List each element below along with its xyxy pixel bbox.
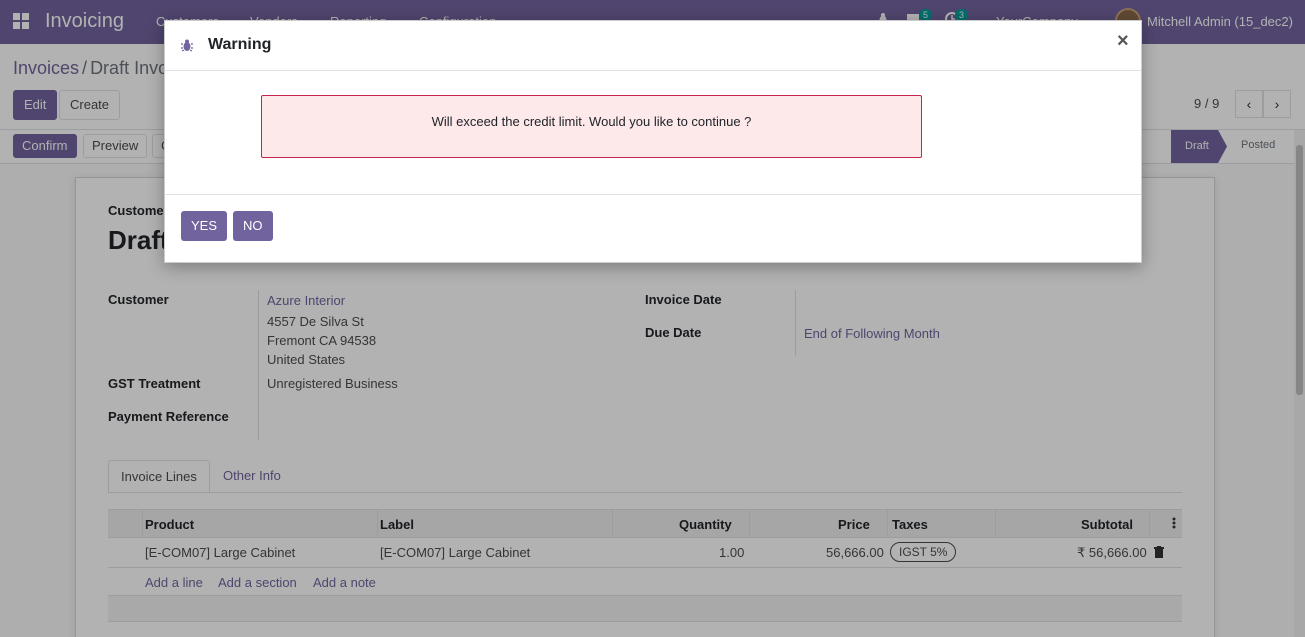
warning-dialog: Warning × Will exceed the credit limit. … — [164, 20, 1142, 263]
dialog-header: Warning × — [165, 21, 1141, 71]
close-icon[interactable]: × — [1117, 31, 1129, 51]
warning-message: Will exceed the credit limit. Would you … — [431, 114, 752, 129]
bug-icon — [181, 38, 193, 52]
no-button[interactable]: NO — [233, 211, 273, 241]
yes-button[interactable]: YES — [181, 211, 228, 241]
warning-alert: Will exceed the credit limit. Would you … — [261, 95, 922, 158]
dialog-footer: YES NO — [165, 194, 1141, 263]
dialog-title: Warning — [208, 36, 272, 53]
